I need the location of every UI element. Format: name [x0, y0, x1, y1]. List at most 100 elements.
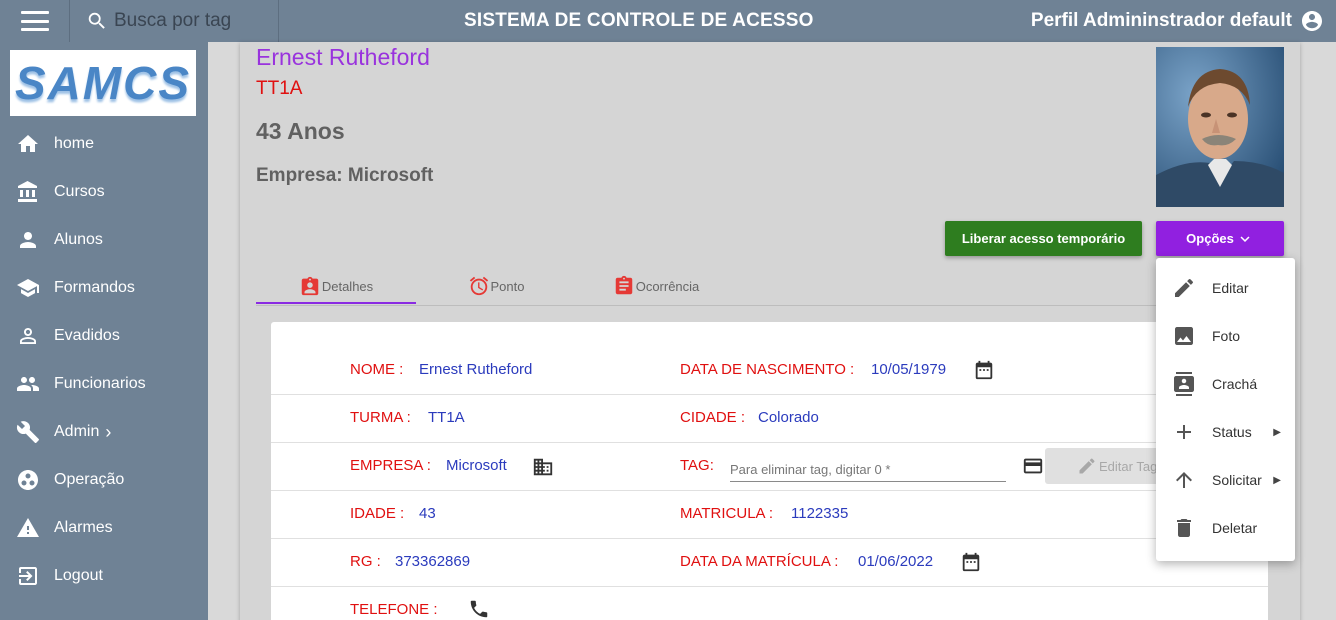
logo: SAMCS	[10, 50, 196, 116]
pencil-icon	[1079, 458, 1095, 474]
tab-detalhes[interactable]: Detalhes	[256, 268, 416, 304]
operation-icon	[18, 470, 38, 490]
person-age: 43 Anos	[256, 118, 345, 144]
nome-label: NOME :	[350, 361, 404, 378]
clipboard-icon	[615, 275, 632, 295]
id-badge-icon	[1174, 372, 1194, 396]
image-icon	[1175, 327, 1193, 345]
search-input[interactable]	[114, 10, 274, 32]
cidade-value: Colorado	[758, 409, 819, 426]
empresa-value: Microsoft	[446, 457, 507, 474]
row-divider	[271, 394, 1268, 395]
menu-item-deletar[interactable]: Deletar	[1156, 504, 1295, 552]
arrow-up-icon	[1176, 472, 1192, 488]
turma-label: TURMA :	[350, 409, 411, 426]
sidebar-item-label: Evadidos	[54, 327, 120, 344]
tag-label: TAG:	[680, 457, 714, 474]
menu-item-label: Crachá	[1212, 376, 1258, 392]
sidebar-item-alarmes[interactable]: Alarmes	[0, 505, 208, 551]
profile-menu[interactable]: Perfil Admininstrador default	[1031, 9, 1324, 33]
edit-tag-label: Editar Tag	[1099, 458, 1158, 474]
sidebar-item-operacao[interactable]: Operação	[0, 457, 208, 503]
sidebar-item-home[interactable]: home	[0, 121, 208, 167]
person-icon	[20, 232, 36, 248]
menu-item-cracha[interactable]: Crachá	[1156, 360, 1295, 408]
cidade-label: CIDADE :	[680, 409, 746, 426]
wrench-icon	[16, 421, 39, 443]
profile-label: Perfil Admininstrador default	[1030, 10, 1292, 31]
temp-access-button[interactable]: Liberar acesso temporário	[945, 221, 1142, 256]
sidebar-item-label: home	[54, 135, 95, 152]
data-matricula-label: DATA DA MATRÍCULA :	[680, 553, 839, 570]
matricula-label: MATRICULA :	[680, 505, 774, 522]
sidebar-item-cursos[interactable]: Cursos	[0, 169, 208, 215]
person-outline-icon	[20, 328, 36, 344]
sidebar: SAMCS home Cursos Alunos Formandos Evadi…	[0, 42, 208, 620]
options-button[interactable]: Opções	[1156, 221, 1284, 256]
alarm-icon	[469, 276, 488, 296]
sidebar-item-alunos[interactable]: Alunos	[0, 217, 208, 263]
sidebar-item-evadidos[interactable]: Evadidos	[0, 313, 208, 359]
tab-active-indicator	[256, 302, 416, 304]
badge-icon	[301, 276, 319, 296]
rg-label: RG :	[350, 553, 381, 570]
telefone-label: TELEFONE :	[350, 601, 438, 618]
profile-photo	[1156, 47, 1284, 207]
sidebar-item-logout[interactable]: Logout	[0, 553, 208, 599]
tab-label: Ponto	[490, 278, 525, 294]
menu-item-editar[interactable]: Editar	[1156, 264, 1295, 312]
rg-value: 373362869	[395, 553, 471, 570]
nascimento-label: DATA DE NASCIMENTO :	[680, 361, 855, 378]
menu-item-label: Deletar	[1212, 520, 1258, 536]
matricula-value: 1122335	[791, 505, 849, 522]
sidebar-item-funcionarios[interactable]: Funcionarios	[0, 361, 208, 407]
account-circle-icon	[1302, 11, 1322, 31]
sidebar-item-label: Operação	[54, 471, 125, 488]
credit-card-icon[interactable]	[1022, 455, 1044, 477]
sidebar-item-label: Alarmes	[54, 519, 113, 536]
turma-value: TT1A	[428, 409, 465, 426]
menu-item-label: Status	[1212, 424, 1252, 440]
warning-icon	[17, 518, 39, 537]
tag-input[interactable]	[730, 457, 1006, 482]
chevron-down-icon	[1240, 235, 1250, 242]
calendar-icon[interactable]	[960, 551, 982, 573]
logo-text: SAMCS	[14, 57, 192, 109]
tab-ponto[interactable]: Ponto	[416, 268, 576, 304]
menu-item-foto[interactable]: Foto	[1156, 312, 1295, 360]
menu-item-label: Solicitar	[1212, 472, 1262, 488]
menu-item-status[interactable]: Status ▶	[1156, 408, 1295, 456]
trash-icon	[1177, 519, 1191, 537]
nome-value: Ernest Rutheford	[419, 361, 533, 378]
building-icon[interactable]	[532, 456, 554, 478]
calendar-icon[interactable]	[973, 359, 995, 381]
person-name: Ernest Rutheford	[256, 44, 430, 70]
row-divider	[271, 490, 1268, 491]
row-divider	[271, 442, 1268, 443]
submenu-arrow-icon: ▶	[1273, 426, 1281, 438]
portrait-image	[1156, 47, 1284, 207]
options-button-label: Opções	[1186, 231, 1234, 246]
data-matricula-value: 01/06/2022	[858, 553, 934, 570]
search-icon	[88, 12, 105, 29]
sidebar-item-label: Cursos	[54, 183, 105, 200]
plus-icon	[1177, 425, 1191, 439]
person-class: TT1A	[256, 78, 303, 99]
school-icon	[17, 279, 39, 297]
people-icon	[17, 377, 39, 391]
sidebar-item-label: Admin	[54, 423, 100, 440]
home-icon	[18, 135, 38, 152]
sidebar-item-admin[interactable]: Admin ›	[0, 409, 208, 455]
phone-icon[interactable]	[468, 598, 490, 620]
tab-ocorrencia[interactable]: Ocorrência	[576, 268, 736, 304]
nascimento-value: 10/05/1979	[871, 361, 947, 378]
sidebar-item-label: Formandos	[54, 279, 135, 296]
tab-label: Detalhes	[321, 278, 374, 294]
sidebar-item-formandos[interactable]: Formandos	[0, 265, 208, 311]
search-box	[70, 0, 279, 42]
hamburger-icon	[20, 11, 49, 31]
menu-item-solicitar[interactable]: Solicitar ▶	[1156, 456, 1295, 504]
top-bar: SISTEMA DE CONTROLE DE ACESSO Perfil Adm…	[0, 0, 1336, 42]
menu-button[interactable]	[0, 0, 70, 42]
tabs-divider	[256, 305, 1156, 306]
